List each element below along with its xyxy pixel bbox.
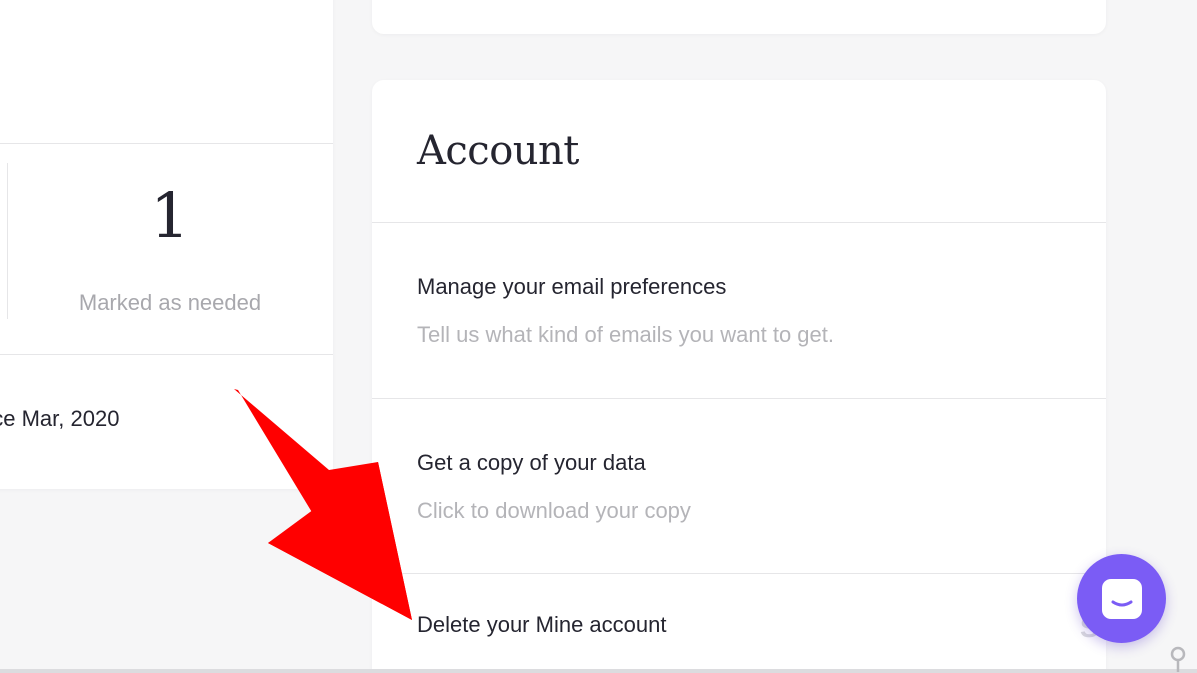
account-card: Account Manage your email preferences Te… <box>372 80 1106 673</box>
chat-smile-icon <box>1101 578 1142 619</box>
profile-stats-card: 1 Marked as needed nce Mar, 2020 <box>0 0 333 489</box>
member-since-text: nce Mar, 2020 <box>0 406 120 431</box>
stats-column-divider <box>7 163 8 319</box>
bottom-scrollbar[interactable] <box>0 669 1197 673</box>
stats-bottom-divider <box>0 354 333 355</box>
marked-label: Marked as needed <box>78 290 262 315</box>
location-pin-icon <box>1170 646 1186 672</box>
get-data-copy-item[interactable]: Get a copy of your data Click to downloa… <box>372 399 1106 573</box>
manage-email-preferences-title: Manage your email preferences <box>417 274 727 299</box>
get-data-copy-title: Get a copy of your data <box>417 450 646 475</box>
delete-account-title: Delete your Mine account <box>417 612 667 637</box>
stats-top-divider <box>0 143 333 144</box>
chat-button[interactable] <box>1077 554 1166 643</box>
marked-count: 1 <box>150 179 190 252</box>
account-title: Account <box>417 128 579 174</box>
top-card <box>372 0 1106 34</box>
get-data-copy-desc: Click to download your copy <box>417 498 691 523</box>
manage-email-preferences-desc: Tell us what kind of emails you want to … <box>417 322 834 347</box>
manage-email-preferences-item[interactable]: Manage your email preferences Tell us wh… <box>372 223 1106 398</box>
delete-account-item[interactable]: Delete your Mine account <box>372 574 1106 673</box>
